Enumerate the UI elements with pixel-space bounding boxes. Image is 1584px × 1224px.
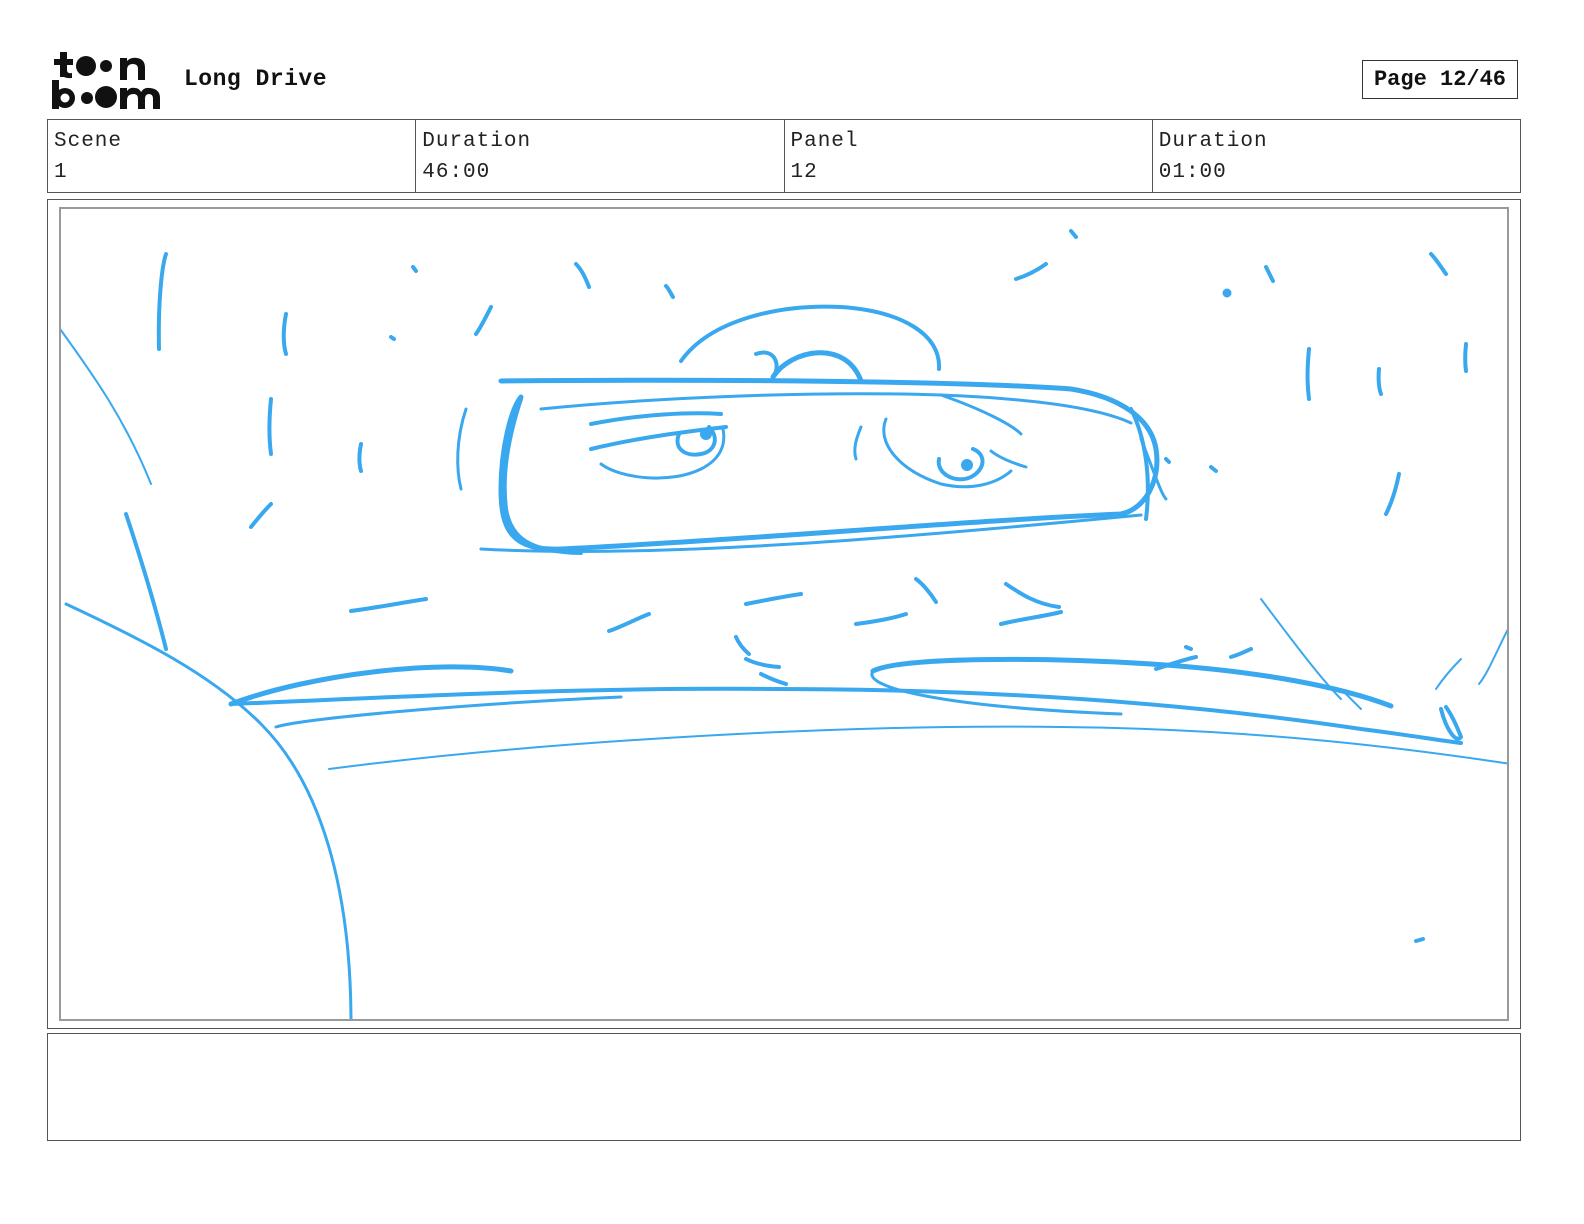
scene-duration-label: Duration bbox=[422, 130, 532, 153]
panel-notes-box bbox=[47, 1033, 1521, 1141]
right-window-lines bbox=[1260, 598, 1507, 710]
eyes-in-mirror bbox=[589, 393, 1028, 489]
rearview-mirror bbox=[456, 304, 1168, 555]
panel-frame bbox=[47, 199, 1521, 1029]
rain-strokes bbox=[156, 229, 1468, 943]
scene-duration-value: 46:00 bbox=[422, 161, 491, 184]
panel-duration-label: Duration bbox=[1158, 130, 1268, 153]
panel-image-area bbox=[59, 207, 1509, 1021]
scene-value: 1 bbox=[54, 161, 68, 184]
panel-value: 12 bbox=[790, 161, 818, 184]
rain-dot bbox=[1222, 288, 1232, 298]
toonboom-logo bbox=[50, 50, 166, 112]
panel-info-table: Scene 1 Duration 46:00 Panel 12 Duration… bbox=[47, 119, 1521, 193]
page-indicator: Page 12/46 bbox=[1362, 60, 1518, 99]
panel-label: Panel bbox=[790, 130, 859, 153]
panel-cell: Panel 12 bbox=[785, 120, 1153, 192]
scene-cell: Scene 1 bbox=[48, 120, 417, 192]
panel-duration-cell: Duration 01:00 bbox=[1153, 120, 1520, 192]
scene-duration-cell: Duration 46:00 bbox=[416, 120, 785, 192]
a-pillar bbox=[61, 328, 353, 1019]
panel-duration-value: 01:00 bbox=[1158, 161, 1227, 184]
project-title: Long Drive bbox=[184, 66, 328, 92]
scene-label: Scene bbox=[54, 130, 123, 153]
storyboard-sketch bbox=[61, 229, 1507, 1019]
dashboard bbox=[228, 656, 1507, 770]
